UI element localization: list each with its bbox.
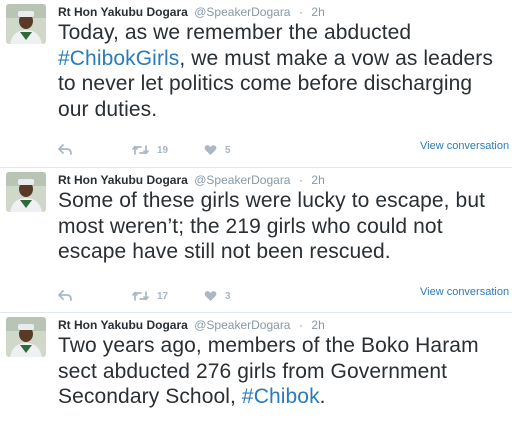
- reply-button[interactable]: [58, 142, 72, 158]
- avatar[interactable]: [6, 4, 46, 44]
- hashtag-link[interactable]: #ChibokGirls: [58, 47, 179, 70]
- tweet-text-part: Today, as we remember the abducted: [58, 21, 412, 44]
- view-conversation-link[interactable]: View conversation: [420, 286, 509, 298]
- like-button[interactable]: 3: [204, 288, 231, 304]
- avatar[interactable]: [6, 317, 46, 357]
- timestamp[interactable]: 2h: [311, 173, 324, 187]
- tweet-timeline: Rt Hon Yakubu Dogara @SpeakerDogara · 2h…: [0, 0, 512, 434]
- retweet-button[interactable]: 19: [132, 142, 168, 158]
- tweet-actions: 19 5 View conversation: [58, 140, 512, 158]
- author-name[interactable]: Rt Hon Yakubu Dogara: [58, 318, 188, 332]
- separator: ·: [298, 173, 303, 187]
- author-name[interactable]: Rt Hon Yakubu Dogara: [58, 173, 188, 187]
- view-conversation-link[interactable]: View conversation: [420, 140, 509, 152]
- author-handle[interactable]: @SpeakerDogara: [194, 173, 290, 187]
- timestamp[interactable]: 2h: [311, 5, 324, 19]
- tweet-text: Two years ago, members of the Boko Haram…: [58, 333, 508, 410]
- author-handle[interactable]: @SpeakerDogara: [194, 5, 290, 19]
- tweet-header: Rt Hon Yakubu Dogara @SpeakerDogara · 2h: [58, 4, 325, 20]
- avatar[interactable]: [6, 172, 46, 212]
- like-button[interactable]: 5: [204, 142, 231, 158]
- like-count: 3: [225, 290, 231, 302]
- tweet-text-part: Some of these girls were lucky to escape…: [58, 189, 486, 263]
- separator: ·: [298, 5, 303, 19]
- heart-icon: [204, 291, 217, 301]
- tweet[interactable]: Rt Hon Yakubu Dogara @SpeakerDogara · 2h…: [0, 313, 512, 434]
- reply-icon: [58, 144, 72, 155]
- tweet-actions: 17 3 View conversation: [58, 286, 512, 304]
- separator: ·: [298, 318, 303, 332]
- heart-icon: [204, 145, 217, 155]
- author-handle[interactable]: @SpeakerDogara: [194, 318, 290, 332]
- hashtag-link[interactable]: #Chibok: [242, 385, 320, 408]
- tweet-header: Rt Hon Yakubu Dogara @SpeakerDogara · 2h: [58, 172, 325, 188]
- tweet-text: Some of these girls were lucky to escape…: [58, 188, 508, 265]
- reply-button[interactable]: [58, 288, 72, 304]
- retweet-count: 17: [157, 290, 169, 302]
- timestamp[interactable]: 2h: [311, 318, 324, 332]
- tweet-text-part: .: [319, 385, 326, 408]
- tweet-header: Rt Hon Yakubu Dogara @SpeakerDogara · 2h: [58, 317, 325, 333]
- tweet[interactable]: Rt Hon Yakubu Dogara @SpeakerDogara · 2h…: [0, 0, 512, 168]
- retweet-icon: [132, 145, 149, 155]
- tweet-text: Today, as we remember the abducted #Chib…: [58, 20, 508, 122]
- like-count: 5: [225, 144, 231, 156]
- reply-icon: [58, 290, 72, 301]
- retweet-count: 19: [157, 144, 169, 156]
- tweet[interactable]: Rt Hon Yakubu Dogara @SpeakerDogara · 2h…: [0, 168, 512, 313]
- retweet-button[interactable]: 17: [132, 288, 168, 304]
- author-name[interactable]: Rt Hon Yakubu Dogara: [58, 5, 188, 19]
- retweet-icon: [132, 291, 149, 301]
